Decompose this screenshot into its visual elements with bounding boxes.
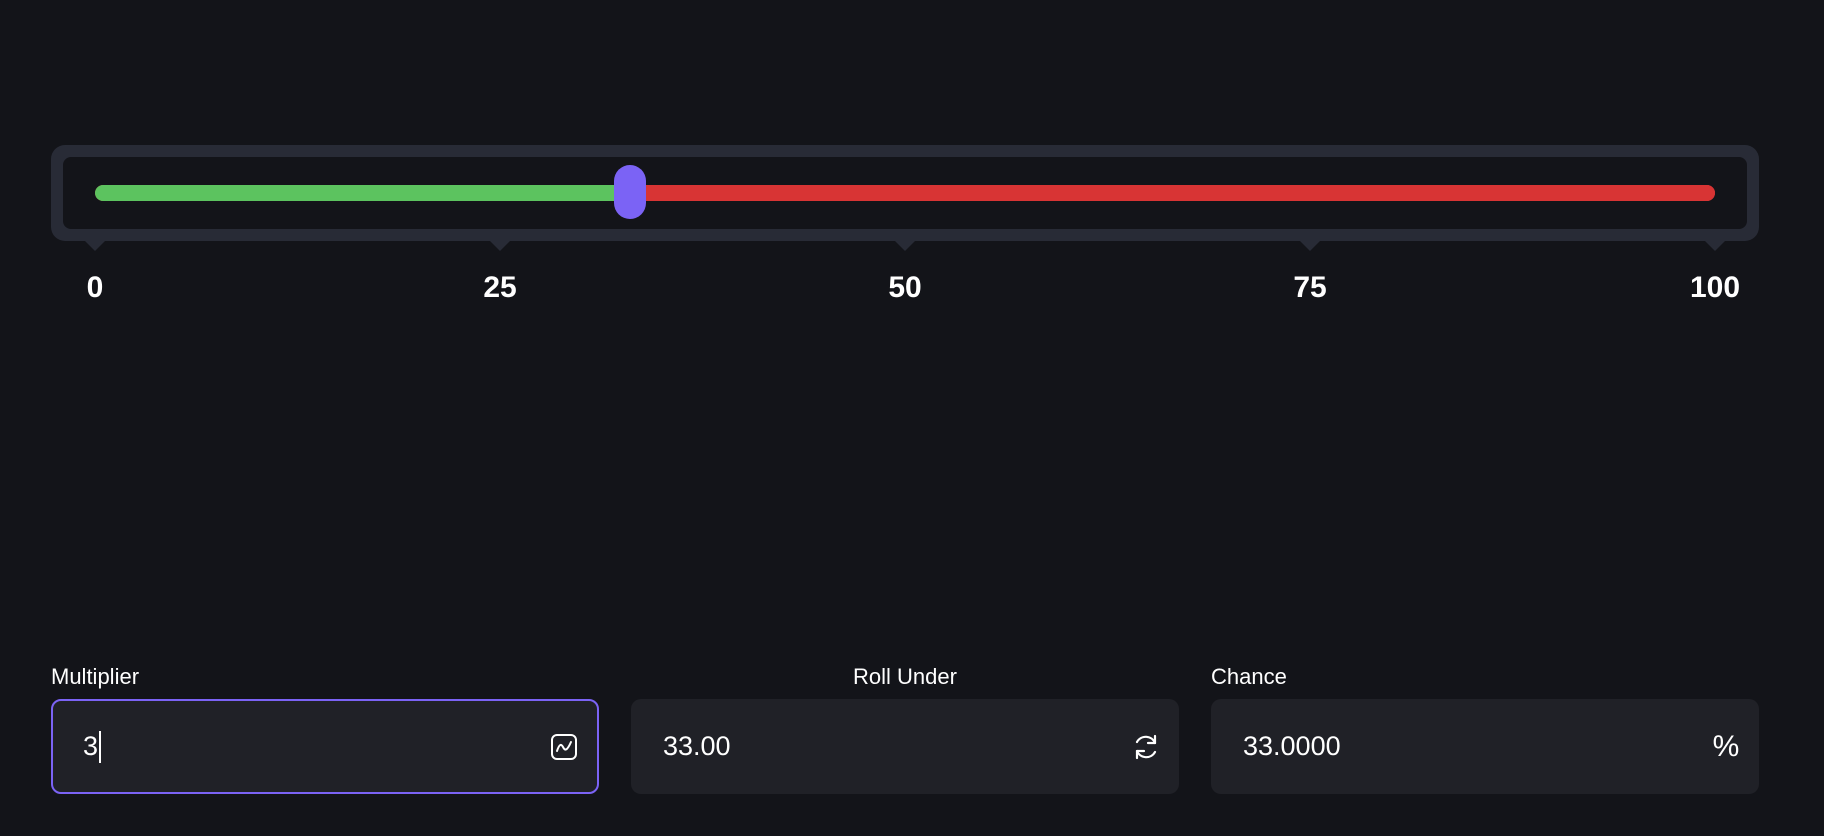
roll-under-label: Roll Under: [853, 664, 957, 689]
multiplier-value-wrap: 3: [83, 701, 102, 792]
tick-marker: [895, 241, 915, 251]
slider-lose-range: [629, 185, 1715, 201]
tick-label: 50: [888, 271, 922, 304]
tick-label: 25: [483, 271, 517, 304]
multiplier-label: Multiplier: [51, 664, 140, 689]
tick-marker: [1300, 241, 1320, 251]
chance-value: 33.0000: [1243, 731, 1341, 761]
tick-marker: [85, 241, 105, 251]
dice-game: 0 25 50 75 100 Multiplier 3 Roll Under 33.00…: [0, 0, 1824, 836]
chart-icon[interactable]: [549, 732, 579, 762]
multiplier-input[interactable]: 3: [51, 699, 599, 794]
tick-marker: [490, 241, 510, 251]
refresh-icon[interactable]: [1131, 732, 1161, 762]
slider-win-range: [95, 185, 630, 201]
slider-handle[interactable]: [613, 165, 646, 219]
tick-label: 100: [1689, 271, 1741, 304]
text-caret: [99, 730, 102, 763]
chance-label: Chance: [1211, 664, 1287, 689]
roll-under-input[interactable]: 33.00: [631, 699, 1179, 794]
chance-input[interactable]: 33.0000 %: [1211, 699, 1759, 794]
tick-marker: [1705, 241, 1725, 251]
multiplier-value: 3: [83, 731, 99, 761]
tick-label: 0: [86, 271, 104, 304]
tick-label: 75: [1293, 271, 1327, 304]
roll-under-value: 33.00: [663, 731, 731, 761]
percent-icon: %: [1712, 729, 1740, 763]
slider-track[interactable]: [95, 185, 1715, 201]
